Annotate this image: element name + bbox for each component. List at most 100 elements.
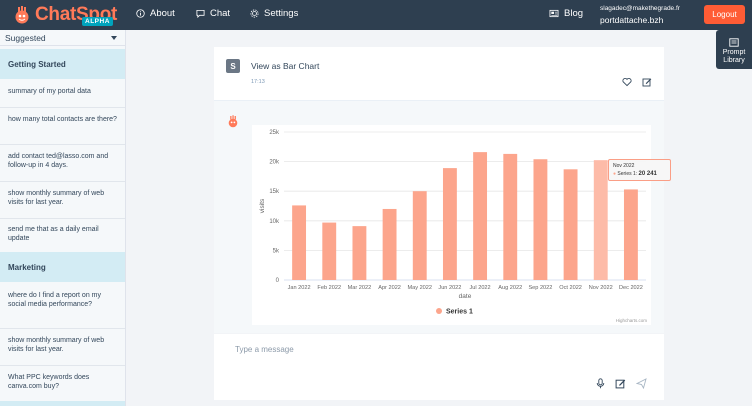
prompt-item[interactable]: send me that as a daily email update xyxy=(8,226,120,244)
bar xyxy=(623,189,638,280)
prompt-item[interactable]: where do I find a report on my social me… xyxy=(8,292,120,310)
bar-chart: 0 5k 10k 15k 20k 25k Jan 2022 Feb 2022 Mar 2022 A… xyxy=(252,125,671,325)
user-message-card: S View as Bar Chart 17:13 xyxy=(214,47,664,101)
nav-blog[interactable]: Blog xyxy=(549,8,583,19)
x-tick-label: Dec 2022 xyxy=(619,285,643,291)
chatspot-mascot-icon xyxy=(15,6,29,24)
x-tick-label: Oct 2022 xyxy=(559,285,582,291)
x-tick-label: Sep 2022 xyxy=(528,285,552,291)
bar xyxy=(473,152,488,280)
microphone-icon[interactable] xyxy=(596,378,605,389)
top-nav-bar: ChatSpot ALPHA About Chat Settings Blog … xyxy=(0,0,752,30)
y-tick-label: 15k xyxy=(269,189,280,195)
chat-icon xyxy=(196,9,205,18)
account-portal: portdattache.bzh xyxy=(600,15,664,25)
tooltip-line: ● Series 1: 20 241 xyxy=(613,170,657,177)
section-getting-started: Getting Started xyxy=(0,49,125,79)
tooltip-series-label: Series 1: xyxy=(617,170,638,177)
bar xyxy=(412,191,427,280)
divider xyxy=(0,365,125,366)
edit-icon[interactable] xyxy=(642,77,652,87)
y-tick-label: 10k xyxy=(269,219,280,225)
gear-icon xyxy=(250,9,259,18)
x-tick-label: Jan 2022 xyxy=(288,285,311,291)
y-axis-label: visits xyxy=(259,198,266,213)
prompt-item[interactable]: add contact ted@lasso.com and follow-up … xyxy=(8,153,120,171)
bar xyxy=(533,159,548,280)
chart-tooltip: Nov 2022 ● Series 1: 20 241 xyxy=(608,159,671,181)
divider xyxy=(0,107,125,108)
y-tick-label: 0 xyxy=(276,278,280,284)
chart-credit: Highcharts.com xyxy=(616,318,648,323)
nav-settings[interactable]: Settings xyxy=(250,8,298,19)
message-time: 17:13 xyxy=(251,79,265,85)
category-select[interactable]: Suggested xyxy=(0,30,125,46)
x-axis-label: date xyxy=(459,293,472,300)
account-email: slagadec@makethegrade.fr xyxy=(600,5,680,12)
section-marketing: Marketing xyxy=(0,252,125,282)
bot-reply-area: 0 5k 10k 15k 20k 25k Jan 2022 Feb 2022 Mar 2022 A… xyxy=(214,101,671,333)
x-tick-label: Aug 2022 xyxy=(498,285,522,291)
y-tick-label: 5k xyxy=(273,248,280,254)
alpha-badge: ALPHA xyxy=(82,17,113,26)
bar xyxy=(382,208,397,280)
x-tick-label: Nov 2022 xyxy=(589,285,613,291)
book-icon xyxy=(729,38,739,47)
tooltip-title: Nov 2022 xyxy=(613,163,635,169)
x-tick-label: Jul 2022 xyxy=(470,285,491,291)
bar xyxy=(503,153,518,280)
bar-chart-svg: 0 5k 10k 15k 20k 25k Jan 2022 Feb 2022 Mar 2022 A… xyxy=(259,130,648,323)
bar xyxy=(292,205,307,280)
category-select-value: Suggested xyxy=(5,32,46,43)
divider xyxy=(0,218,125,219)
prompt-item[interactable]: how many total contacts are there? xyxy=(8,116,120,125)
divider xyxy=(0,181,125,182)
account-info[interactable]: slagadec@makethegrade.fr portdattache.bz… xyxy=(600,5,680,25)
prompt-library-label-2: Library xyxy=(723,57,745,65)
bar xyxy=(563,169,578,280)
prompt-item[interactable]: What PPC keywords does canva.com buy? xyxy=(8,374,120,392)
nav-chat-label: Chat xyxy=(210,8,231,19)
newspaper-icon xyxy=(549,9,559,18)
y-tick-label: 20k xyxy=(269,160,280,166)
chatspot-mascot-icon xyxy=(228,115,238,128)
x-tick-label: Jun 2022 xyxy=(438,285,461,291)
bar xyxy=(593,160,608,280)
nav-blog-label: Blog xyxy=(564,8,584,19)
info-icon xyxy=(136,9,145,18)
x-tick-label: Mar 2022 xyxy=(348,285,372,291)
composer-card xyxy=(214,334,664,400)
x-tick-label: Apr 2022 xyxy=(378,285,401,291)
nav-about-label: About xyxy=(150,8,175,19)
section-head-partial xyxy=(0,401,125,406)
message-input[interactable] xyxy=(235,342,595,356)
prompt-library-label-1: Prompt xyxy=(722,49,746,56)
y-tick-label: 25k xyxy=(269,130,280,136)
bar xyxy=(352,226,367,280)
chevron-down-icon xyxy=(111,36,117,40)
divider xyxy=(0,144,125,145)
prompt-item[interactable]: summary of my portal data xyxy=(8,88,120,97)
message-actions xyxy=(622,77,652,87)
prompt-sidebar: Suggested Getting Started summary of my … xyxy=(0,30,126,406)
prompt-item[interactable]: show monthly summary of web visits for l… xyxy=(8,337,120,355)
legend-label: Series 1 xyxy=(446,309,473,316)
logout-button[interactable]: Logout xyxy=(704,5,745,24)
message-text: View as Bar Chart xyxy=(251,61,320,71)
prompt-library-tab[interactable]: Prompt Library xyxy=(716,30,752,69)
prompt-item[interactable]: show monthly summary of web visits for l… xyxy=(8,190,120,208)
divider xyxy=(0,328,125,329)
tooltip-value: 20 241 xyxy=(638,170,657,177)
bar xyxy=(322,222,337,280)
user-avatar: S xyxy=(226,59,240,73)
x-tick-label: May 2022 xyxy=(407,285,432,291)
nav-chat[interactable]: Chat xyxy=(196,8,230,19)
heart-icon[interactable] xyxy=(622,77,632,87)
legend-marker xyxy=(436,308,442,314)
nav-about[interactable]: About xyxy=(136,8,175,19)
composer-actions xyxy=(596,378,647,389)
x-tick-label: Feb 2022 xyxy=(317,285,341,291)
bar xyxy=(442,168,457,280)
edit-icon[interactable] xyxy=(615,378,626,389)
send-icon[interactable] xyxy=(636,378,647,389)
